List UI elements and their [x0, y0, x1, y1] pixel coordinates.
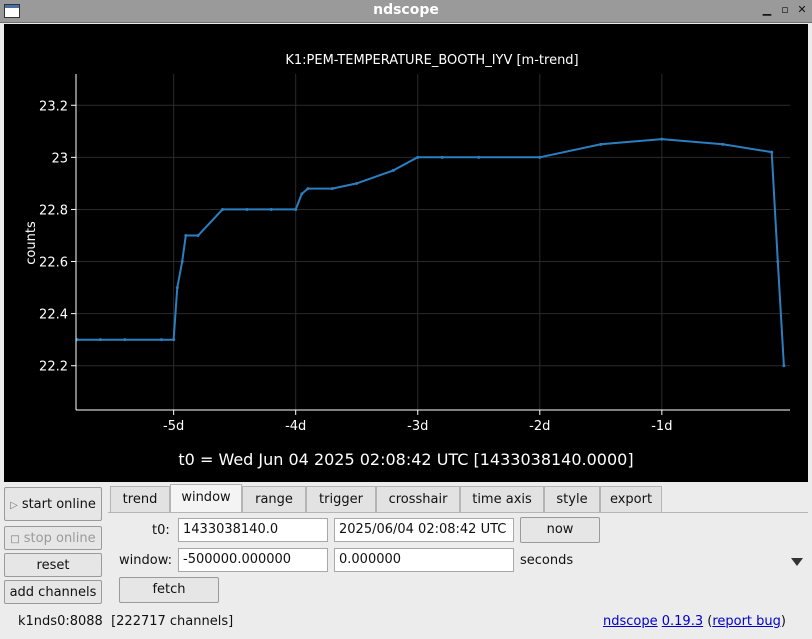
y-tick-label: 22.2: [39, 360, 68, 375]
x-tick-label: -2d: [529, 419, 550, 434]
tab-trigger[interactable]: trigger: [306, 486, 376, 512]
start-online-label: start online: [21, 497, 96, 512]
series-point: [175, 286, 179, 290]
series-point: [180, 260, 184, 264]
title-bar: ndscope ▁ ▫ ✕: [0, 0, 812, 23]
series-point: [355, 181, 359, 185]
chart-axes: -5d -4d -3d -2d -1d 22.2 22.4 22.6 22.8 23 23.2: [39, 74, 790, 434]
chart-title: K1:PEM-TEMPERATURE_BOOTH_IYV [m-trend]: [285, 53, 578, 68]
y-tick-label: 22.6: [39, 256, 68, 271]
x-tick-label: -1d: [651, 419, 672, 434]
start-online-button[interactable]: ▷ start online: [4, 487, 102, 521]
reset-button[interactable]: reset: [4, 553, 102, 577]
maximize-icon[interactable]: ▫: [778, 3, 792, 17]
play-icon: ▷: [10, 500, 18, 511]
channel-count: [222717 channels]: [111, 614, 234, 629]
tab-style[interactable]: style: [544, 486, 600, 512]
series-point: [294, 207, 298, 211]
series-point: [245, 207, 249, 211]
series-point: [477, 155, 481, 159]
series-point: [184, 233, 188, 237]
series-point: [159, 338, 163, 342]
y-tick-label: 23.2: [39, 99, 68, 114]
stop-online-button[interactable]: □ stop online: [4, 526, 102, 550]
tab-export[interactable]: export: [600, 486, 662, 512]
tab-window[interactable]: window: [170, 484, 242, 513]
tab-trend[interactable]: trend: [110, 486, 170, 512]
series-point: [416, 155, 420, 159]
series-point: [123, 338, 127, 342]
tab-time-axis[interactable]: time axis: [460, 486, 544, 512]
series-point: [269, 207, 273, 211]
server-address: k1nds0:8088: [18, 614, 103, 629]
fetch-button[interactable]: fetch: [119, 577, 219, 603]
tab-crosshair[interactable]: crosshair: [376, 486, 460, 512]
t0-gps-input[interactable]: 1433038140.0: [178, 518, 328, 542]
x-tick-label: -4d: [285, 419, 306, 434]
app-link[interactable]: ndscope: [603, 614, 658, 629]
window-start-input[interactable]: -500000.000000: [178, 548, 328, 572]
y-axis-label: counts: [24, 221, 39, 265]
chart-traces: [75, 137, 786, 368]
trend-chart[interactable]: -5d -4d -3d -2d -1d 22.2 22.4 22.6 22.8 23 23.2 K1…: [4, 24, 808, 482]
tab-range[interactable]: range: [242, 486, 306, 512]
report-bug-link[interactable]: report bug: [712, 614, 781, 629]
series-point: [770, 150, 774, 154]
window-end-input[interactable]: 0.000000: [334, 548, 514, 572]
t0-label: t0:: [152, 523, 170, 538]
series-point: [220, 207, 224, 211]
stop-icon: □: [10, 534, 20, 545]
series-point: [196, 233, 200, 237]
series-point: [391, 168, 395, 172]
series-line: [77, 138, 785, 366]
series-point: [660, 137, 664, 141]
status-version: ndscope 0.19.3 (report bug): [602, 614, 786, 629]
series-point: [776, 260, 780, 264]
series-point: [98, 338, 102, 342]
minimize-icon[interactable]: ▁: [760, 3, 774, 17]
y-tick-label: 23: [51, 151, 68, 166]
window-units-label: seconds: [520, 553, 574, 568]
y-tick-label: 22.8: [39, 203, 68, 218]
y-tick-label: 22.4: [39, 308, 68, 323]
x-tick-label: -3d: [407, 419, 428, 434]
collapse-arrow-icon[interactable]: [791, 558, 803, 566]
plot-area[interactable]: -5d -4d -3d -2d -1d 22.2 22.4 22.6 22.8 23 23.2 K1…: [4, 24, 808, 482]
status-server: k1nds0:8088 [222717 channels]: [18, 614, 233, 629]
series-point: [330, 187, 334, 191]
window-label: window:: [119, 553, 172, 568]
stop-online-label: stop online: [23, 531, 96, 546]
version-link[interactable]: 0.19.3: [662, 614, 703, 629]
close-icon[interactable]: ✕: [795, 3, 809, 17]
add-channels-button[interactable]: add channels: [4, 580, 102, 604]
series-point: [538, 155, 542, 159]
t0-readout: t0 = Wed Jun 04 2025 02:08:42 UTC [14330…: [178, 450, 634, 469]
series-point: [306, 187, 310, 191]
window-title: ndscope: [373, 2, 439, 18]
t0-utc-input[interactable]: 2025/06/04 02:08:42 UTC: [334, 518, 514, 542]
series-point: [440, 155, 444, 159]
series-point: [599, 142, 603, 146]
series-point: [172, 338, 176, 342]
series-point: [721, 142, 725, 146]
series-point: [782, 364, 786, 368]
x-tick-label: -5d: [163, 419, 184, 434]
now-button[interactable]: now: [520, 517, 600, 543]
series-point: [300, 192, 304, 196]
chart-grid: [76, 74, 790, 410]
